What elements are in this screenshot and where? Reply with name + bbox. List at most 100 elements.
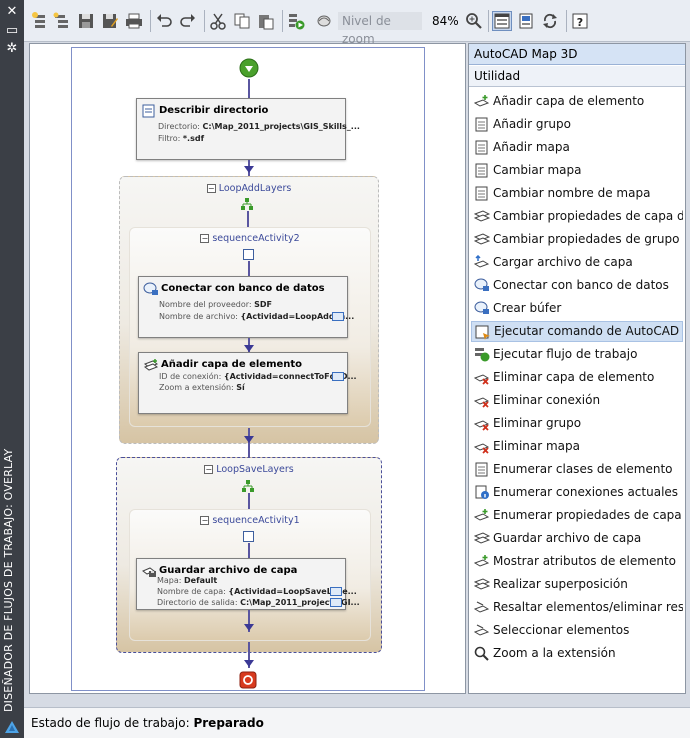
toolbox-category-autocad-map[interactable]: AutoCAD Map 3D [469,44,685,65]
save-icon[interactable] [76,11,96,31]
activity-connect-datastore[interactable]: Conectar con banco de datos Nombre del p… [138,276,354,338]
toolbox-item[interactable]: Cambiar nombre de mapa [471,183,683,204]
toolbox-item[interactable]: Seleccionar elementos [471,620,683,641]
sequence-activity-1[interactable]: − sequenceActivity1 Guardar archivo de ca… [129,509,371,641]
toolbox-item-label: Enumerar clases de elemento [493,462,673,476]
activity-save-layer-file[interactable]: Guardar archivo de capa Mapa: Default No… [136,558,360,610]
collapse-icon[interactable]: − [204,465,214,474]
toolbox-item[interactable]: Eliminar capa de elemento [471,367,683,388]
toolbox-item[interactable]: Zoom a la extensión [471,643,683,664]
property-label: Filtro: [158,134,181,143]
toolbox-item[interactable]: Enumerar propiedades de capa de el [471,505,683,526]
activity-describe-directory[interactable]: Describir directorio Directorio: C:\Map_… [136,98,360,160]
pan-hand-icon[interactable] [314,11,334,31]
loop-title[interactable]: − LoopAddLayers [120,183,378,194]
property-value: Sí [236,383,245,392]
toolbox-item[interactable]: Resaltar elementos/eliminar resaltad [471,597,683,618]
sequence-activity-2[interactable]: − sequenceActivity2 Conectar con banco de… [129,227,371,427]
run-command-icon [475,325,491,340]
sequence-title[interactable]: − sequenceActivity1 [130,515,370,526]
collapse-icon[interactable]: − [200,234,210,243]
run-workflow-icon [474,347,490,362]
collapse-icon[interactable]: − [200,516,210,525]
cut-icon[interactable] [208,11,228,31]
new-workflow-icon[interactable] [30,11,50,31]
toolbox-item[interactable]: Mostrar atributos de elemento [471,551,683,572]
group-properties-icon [473,232,491,247]
toolbox-item-label: Mostrar atributos de elemento [493,554,676,568]
toolbox-item[interactable]: Crear búfer [471,298,683,319]
activity-property-row: Nombre de archivo: {Actividad=LoopAddLa.… [159,312,354,321]
overlay-icon [473,577,491,592]
toolbox-item[interactable]: Ejecutar comando de AutoCAD [471,321,683,342]
toolbox-item[interactable]: Guardar archivo de capa [471,528,683,549]
property-label: ID de conexión: [159,372,222,381]
window-title: DISEÑADOR DE FLUJOS DE TRABAJO: OVERLAY [2,448,15,712]
property-value: Default [184,576,218,585]
toolbox-item[interactable]: Enumerar conexiones actuales [471,482,683,503]
toolbox-item[interactable]: Cambiar mapa [471,160,683,181]
toolbox-item[interactable]: Cambiar propiedades de capa de ele [471,206,683,227]
property-label: Directorio de salida: [157,598,238,607]
toolbox-item[interactable]: Enumerar clases de elemento [471,459,683,480]
toolbox-item[interactable]: Eliminar conexión [471,390,683,411]
zoom-icon[interactable] [464,11,484,31]
connect-datastore-icon [143,282,159,296]
toolbar-separator [204,10,205,32]
save-as-icon[interactable] [100,11,120,31]
connector [248,493,250,509]
print-icon[interactable] [124,11,144,31]
loop-save-layers[interactable]: − LoopSaveLayers − sequenceActivity1 Guard… [116,457,382,653]
toolbox-item-label: Eliminar grupo [493,416,582,430]
connect-datastore-icon [474,278,490,293]
toggle-toolbox-icon[interactable] [492,11,512,31]
toolbox-item[interactable]: Añadir capa de elemento [471,91,683,112]
toolbox-item[interactable]: Cambiar propiedades de grupo [471,229,683,250]
toolbox-item[interactable]: Eliminar mapa [471,436,683,457]
buffer-icon [474,301,490,316]
new-sequence-icon[interactable] [52,11,72,31]
sequence-icon [243,249,254,260]
connector [248,428,250,458]
run-workflow-icon[interactable] [286,11,306,31]
loop-add-layers[interactable]: − LoopAddLayers − sequenceActivity2 Conect… [119,176,379,444]
toolbox-item[interactable]: Conectar con banco de datos [471,275,683,296]
parameter-binding-icon[interactable] [330,598,342,607]
loop-title[interactable]: − LoopSaveLayers [117,464,381,475]
zoom-level-input[interactable]: Nivel de zoom [338,12,422,46]
undo-icon[interactable] [154,11,174,31]
activity-title: Conectar con banco de datos [161,283,325,294]
settings-icon[interactable]: ✲ [4,42,20,56]
toolbox-item[interactable]: Cargar archivo de capa [471,252,683,273]
activity-add-feature-layer[interactable]: Añadir capa de elemento ID de conexión: … [138,352,357,414]
toolbox-item-label: Realizar superposición [493,577,628,591]
copy-icon[interactable] [232,11,252,31]
activity-property-row: Nombre de capa: {Actividad=LoopSaveLaye.… [157,587,357,596]
connector-arrow [244,166,254,173]
toolbox-item-label: Eliminar capa de elemento [493,370,655,384]
collapse-icon[interactable]: − [206,184,216,193]
refresh-icon[interactable] [540,11,560,31]
toolbox-item[interactable]: Añadir grupo [471,114,683,135]
describe-directory-icon [141,104,157,118]
properties-panel-icon[interactable] [516,11,536,31]
parameter-binding-icon[interactable] [332,372,344,381]
toolbox-item[interactable]: Realizar superposición [471,574,683,595]
sequence-title[interactable]: − sequenceActivity2 [130,233,370,244]
close-icon[interactable]: ✕ [4,5,20,19]
toolbox-category-utility[interactable]: Utilidad [469,66,685,87]
properties-icon[interactable]: ▭ [4,24,20,38]
remove-group-icon [473,416,490,431]
parameter-binding-icon[interactable] [332,312,344,321]
toolbox-item[interactable]: Añadir mapa [471,137,683,158]
parameter-binding-icon[interactable] [330,587,342,596]
property-label: Nombre de archivo: [159,312,238,321]
paste-icon[interactable] [256,11,276,31]
workflow-design-surface[interactable]: Describir directorio Directorio: C:\Map_… [29,43,466,694]
toolbar: Nivel de zoom 84% ? [24,0,690,46]
help-icon[interactable]: ? [570,11,590,31]
zoom-value: 84% [432,14,459,28]
redo-icon[interactable] [178,11,198,31]
toolbox-item[interactable]: Eliminar grupo [471,413,683,434]
toolbox-item[interactable]: Ejecutar flujo de trabajo [471,344,683,365]
